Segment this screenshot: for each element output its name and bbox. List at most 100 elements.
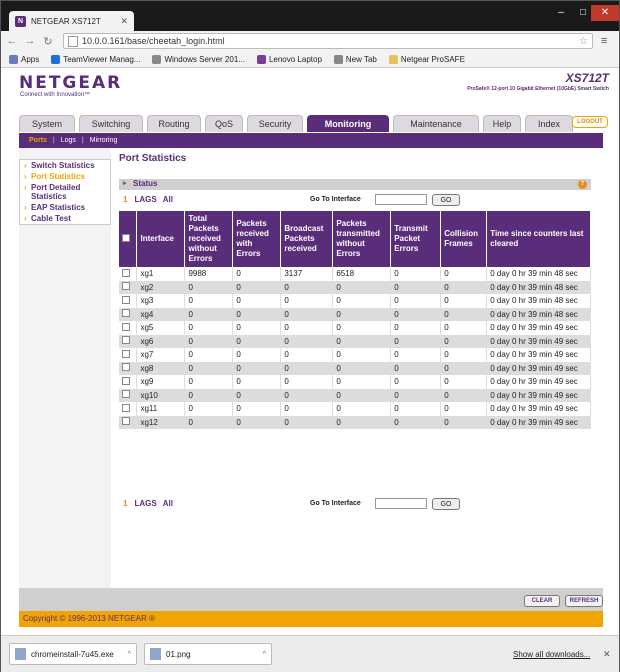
table-cell: xg8 <box>136 361 186 375</box>
logout-button[interactable]: LOGOUT <box>572 116 608 128</box>
sidebar-item[interactable]: Cable Test <box>20 213 110 224</box>
tab-maintenance[interactable]: Maintenance <box>393 115 479 132</box>
bookmark-item[interactable]: Netgear ProSAFE <box>388 54 465 64</box>
tab-help[interactable]: Help <box>483 115 521 132</box>
table-cell: 0 <box>390 334 442 348</box>
goto-interface-input[interactable] <box>375 194 427 205</box>
sidebar-item[interactable]: Port Statistics <box>20 171 110 182</box>
all-link[interactable]: All <box>163 195 173 204</box>
downloads-close-icon[interactable]: ✕ <box>603 649 611 660</box>
row-checkbox[interactable] <box>122 417 130 426</box>
bookmark-label: New Tab <box>345 54 377 64</box>
bookmark-item[interactable]: Windows Server 201... <box>152 54 245 64</box>
table-cell: 0 <box>440 307 488 321</box>
help-icon[interactable]: ? <box>578 180 587 189</box>
go-button[interactable]: GO <box>432 193 460 206</box>
tab-security[interactable]: Security <box>247 115 303 132</box>
table-cell: 0 <box>332 415 392 429</box>
subtab-ports[interactable]: Ports <box>29 137 47 144</box>
table-cell: 0 <box>232 361 282 375</box>
table-cell: 0 <box>332 348 392 362</box>
reload-icon[interactable]: ↻ <box>41 35 55 48</box>
subtab-logs[interactable]: Logs <box>61 137 76 144</box>
tab-system[interactable]: System <box>19 115 75 132</box>
navigation-bar: ← → ↻ 10.0.0.161/base/cheetah_login.html… <box>1 31 619 51</box>
table-cell: 0 <box>390 375 442 389</box>
table-cell: 0 <box>440 415 488 429</box>
all-link[interactable]: All <box>163 499 173 508</box>
port-group-link[interactable]: 1 <box>123 195 127 204</box>
row-checkbox[interactable] <box>122 336 130 345</box>
refresh-button[interactable]: REFRESH <box>565 595 603 607</box>
tab-index[interactable]: Index <box>525 115 573 132</box>
download-item[interactable]: chromeinstall-7u45.exe ^ <box>9 643 137 665</box>
lags-link[interactable]: LAGS <box>134 195 156 204</box>
goto-interface-input[interactable] <box>375 498 427 509</box>
tagline: Connect with Innovation™ <box>20 92 91 98</box>
back-icon[interactable]: ← <box>5 35 19 47</box>
bookmark-item[interactable]: Lenovo Laptop <box>256 54 322 64</box>
clear-button[interactable]: CLEAR <box>524 595 560 607</box>
chevron-up-icon[interactable]: ^ <box>263 651 266 658</box>
status-header[interactable]: ▸ Status ? <box>119 179 591 190</box>
tab-qos[interactable]: QoS <box>205 115 243 132</box>
chevron-up-icon[interactable]: ^ <box>128 651 131 658</box>
port-group-link[interactable]: 1 <box>123 499 127 508</box>
row-select-cell[interactable] <box>119 402 138 416</box>
bookmark-item[interactable]: New Tab <box>333 54 377 64</box>
row-select-cell[interactable] <box>119 267 138 281</box>
row-checkbox[interactable] <box>122 282 130 291</box>
row-select-cell[interactable] <box>119 415 138 429</box>
row-checkbox[interactable] <box>122 376 130 385</box>
table-cell: 0 <box>440 267 488 281</box>
sidebar-item[interactable]: Port Detailed Statistics <box>20 182 110 202</box>
bookmark-icon <box>51 54 61 64</box>
row-checkbox[interactable] <box>122 363 130 372</box>
subtab-mirroring[interactable]: Mirroring <box>90 137 118 144</box>
row-select-cell[interactable] <box>119 294 138 308</box>
row-checkbox[interactable] <box>122 268 130 277</box>
tab-switching[interactable]: Switching <box>79 115 143 132</box>
show-all-downloads-link[interactable]: Show all downloads... <box>513 650 590 659</box>
row-select-cell[interactable] <box>119 361 138 375</box>
row-checkbox[interactable] <box>122 295 130 304</box>
table-cell: 0 <box>390 294 442 308</box>
row-checkbox[interactable] <box>122 403 130 412</box>
download-item[interactable]: 01.png ^ <box>144 643 272 665</box>
row-checkbox[interactable] <box>122 322 130 331</box>
port-statistics-table: Interface Total Packets received without … <box>119 211 591 429</box>
table-cell: xg9 <box>136 375 186 389</box>
sidebar-item[interactable]: Switch Statistics <box>20 160 110 171</box>
tab-monitoring[interactable]: Monitoring <box>307 115 389 132</box>
bookmark-star-icon[interactable]: ☆ <box>579 36 588 47</box>
address-bar[interactable]: 10.0.0.161/base/cheetah_login.html ☆ <box>63 33 593 49</box>
lags-link[interactable]: LAGS <box>134 499 156 508</box>
row-select-cell[interactable] <box>119 280 138 294</box>
chrome-menu-icon[interactable]: ≡ <box>601 35 607 47</box>
row-checkbox[interactable] <box>122 309 130 318</box>
row-select-cell[interactable] <box>119 334 138 348</box>
bookmark-item[interactable]: Apps <box>9 54 39 64</box>
bookmark-item[interactable]: TeamViewer Manag... <box>51 54 140 64</box>
goto-interface-label: Go To Interface <box>310 500 361 507</box>
tab-close-icon[interactable]: ✕ <box>120 16 128 27</box>
sidebar-item[interactable]: EAP Statistics <box>20 202 110 213</box>
url-text[interactable]: 10.0.0.161/base/cheetah_login.html <box>82 36 579 46</box>
window-close-icon[interactable]: ✕ <box>591 5 619 21</box>
minimize-icon[interactable]: – <box>549 5 573 21</box>
row-checkbox[interactable] <box>122 390 130 399</box>
checkbox[interactable] <box>122 233 130 242</box>
go-button[interactable]: GO <box>432 497 460 510</box>
collapse-arrow-icon[interactable]: ▸ <box>123 179 127 187</box>
forward-icon[interactable]: → <box>23 35 37 47</box>
row-select-cell[interactable] <box>119 307 138 321</box>
tab-routing[interactable]: Routing <box>147 115 201 132</box>
select-all-checkbox[interactable] <box>119 211 138 267</box>
browser-tab[interactable]: N NETGEAR XS712T ✕ <box>9 11 134 31</box>
row-select-cell[interactable] <box>119 321 138 335</box>
table-cell: 0 <box>440 348 488 362</box>
row-select-cell[interactable] <box>119 375 138 389</box>
row-checkbox[interactable] <box>122 349 130 358</box>
row-select-cell[interactable] <box>119 348 138 362</box>
row-select-cell[interactable] <box>119 388 138 402</box>
